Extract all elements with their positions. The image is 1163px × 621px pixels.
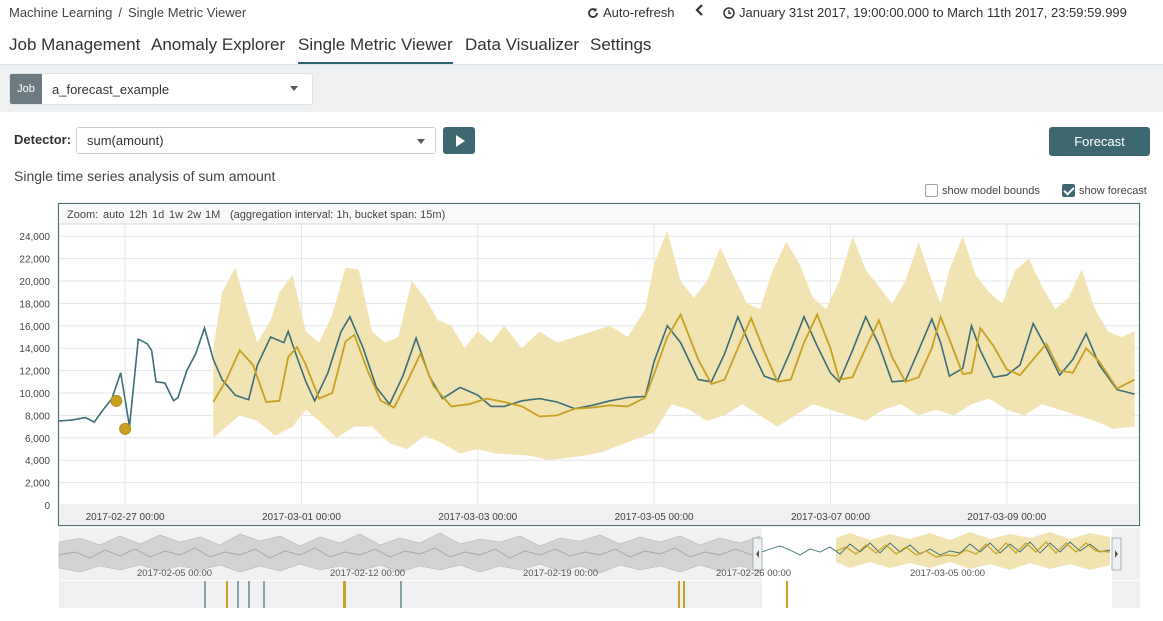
context-tick-3: 2017-02-26 00:00 — [716, 568, 791, 579]
swimlane-marker — [248, 581, 250, 608]
zoom-info: (aggregation interval: 1h, bucket span: … — [230, 209, 445, 221]
context-chart: 2017-02-05 00:00 2017-02-12 00:00 2017-0… — [58, 528, 1140, 580]
x-tick-label: 2017-03-09 00:00 — [967, 512, 1046, 523]
anomaly-marker[interactable] — [119, 422, 132, 435]
breadcrumb: Machine Learning / Single Metric Viewer — [9, 5, 246, 20]
breadcrumb-current: Single Metric Viewer — [127, 5, 247, 20]
zoom-bar — [59, 204, 1139, 224]
swimlane-marker — [237, 581, 239, 608]
swimlane-marker — [786, 581, 788, 608]
y-tick-label: 2,000 — [25, 479, 50, 490]
y-tick-label: 4,000 — [25, 456, 50, 467]
zoom-option-2w[interactable]: 2w — [187, 209, 201, 221]
x-tick-label: 2017-03-01 00:00 — [262, 512, 341, 523]
zoom-option-1m[interactable]: 1M — [205, 209, 220, 221]
x-tick-label: 2017-03-07 00:00 — [791, 512, 870, 523]
y-tick-label: 16,000 — [19, 322, 50, 333]
zoom-option-1w[interactable]: 1w — [169, 209, 183, 221]
y-tick-label: 22,000 — [19, 255, 50, 266]
tab-anomaly-explorer[interactable]: Anomaly Explorer — [151, 35, 285, 62]
y-tick-label: 20,000 — [19, 277, 50, 288]
swimlane-marker — [683, 581, 685, 608]
swimlane-marker — [226, 581, 228, 608]
swimlane-marker — [263, 581, 265, 608]
y-tick-label: 12,000 — [19, 367, 50, 378]
y-tick-label: 10,000 — [19, 389, 50, 400]
detector-select[interactable]: sum(amount) — [76, 127, 436, 154]
job-selector[interactable]: Job a_forecast_example — [9, 73, 313, 105]
play-icon — [455, 134, 465, 147]
y-tick-label: 24,000 — [19, 232, 50, 243]
tab-single-metric-viewer[interactable]: Single Metric Viewer — [298, 35, 453, 64]
zoom-label: Zoom: — [67, 209, 98, 221]
context-tick-1: 2017-02-12 00:00 — [330, 568, 405, 579]
job-badge: Job — [10, 74, 42, 104]
swimlane-marker — [400, 581, 402, 608]
zoom-option-auto[interactable]: auto — [103, 209, 124, 221]
detector-value: sum(amount) — [87, 133, 164, 148]
anomaly-marker[interactable] — [110, 394, 123, 407]
auto-refresh-button[interactable]: Auto-refresh — [587, 5, 675, 20]
chevron-left-icon — [695, 4, 703, 16]
swimlane-marker — [678, 581, 680, 608]
y-tick-label: 14,000 — [19, 344, 50, 355]
y-tick-label: 18,000 — [19, 299, 50, 310]
tab-settings[interactable]: Settings — [590, 35, 651, 62]
y-axis: 0 2,000 4,000 6,000 8,000 10,000 12,000 14,000 1… — [19, 232, 50, 512]
y-tick-label: 6,000 — [25, 434, 50, 445]
tab-job-management[interactable]: Job Management — [9, 35, 140, 62]
show-model-bounds-checkbox[interactable]: show model bounds — [925, 184, 1040, 197]
show-forecast-label: show forecast — [1079, 184, 1147, 197]
previous-range-button[interactable] — [695, 3, 705, 21]
time-range-label: January 31st 2017, 19:00:00.000 to March… — [739, 5, 1127, 20]
swimlane — [59, 581, 1140, 608]
job-selector-bar: Job a_forecast_example — [0, 64, 1163, 112]
x-tick-label: 2017-02-27 00:00 — [86, 512, 165, 523]
checkbox-checked-icon — [1062, 184, 1075, 197]
swimlane-marker — [204, 581, 206, 608]
tab-bar: Job Management Anomaly Explorer Single M… — [0, 30, 1163, 64]
context-tick-0: 2017-02-05 00:00 — [137, 568, 212, 579]
zoom-option-12h[interactable]: 12h — [129, 209, 147, 221]
job-name: a_forecast_example — [52, 81, 170, 97]
caret-down-icon — [417, 139, 425, 144]
checkbox-icon — [925, 184, 938, 197]
auto-refresh-label: Auto-refresh — [603, 5, 675, 20]
breadcrumb-separator: / — [118, 5, 122, 20]
breadcrumb-root[interactable]: Machine Learning — [9, 5, 112, 20]
show-forecast-checkbox[interactable]: show forecast — [1062, 184, 1147, 197]
zoom-option-1d[interactable]: 1d — [152, 209, 164, 221]
y-tick-label: 0 — [44, 501, 50, 512]
y-tick-label: 8,000 — [25, 411, 50, 422]
show-model-bounds-label: show model bounds — [942, 184, 1040, 197]
time-series-chart: Zoom: auto 12h 1d 1w 2w 1M (aggregation … — [19, 202, 1141, 608]
apply-button[interactable] — [443, 127, 475, 154]
chart-subtitle: Single time series analysis of sum amoun… — [14, 168, 276, 184]
x-tick-label: 2017-03-05 00:00 — [615, 512, 694, 523]
detector-label: Detector: — [14, 132, 72, 147]
caret-down-icon — [290, 86, 298, 91]
tab-data-visualizer[interactable]: Data Visualizer — [465, 35, 579, 62]
context-tick-2: 2017-02-19 00:00 — [523, 568, 598, 579]
swimlane-marker — [343, 581, 346, 608]
forecast-button[interactable]: Forecast — [1049, 127, 1150, 156]
x-tick-label: 2017-03-03 00:00 — [438, 512, 517, 523]
time-range-picker[interactable]: January 31st 2017, 19:00:00.000 to March… — [723, 5, 1127, 20]
refresh-icon — [588, 7, 598, 18]
clock-icon — [723, 6, 735, 19]
context-tick-4: 2017-03-05 00:00 — [910, 568, 985, 579]
